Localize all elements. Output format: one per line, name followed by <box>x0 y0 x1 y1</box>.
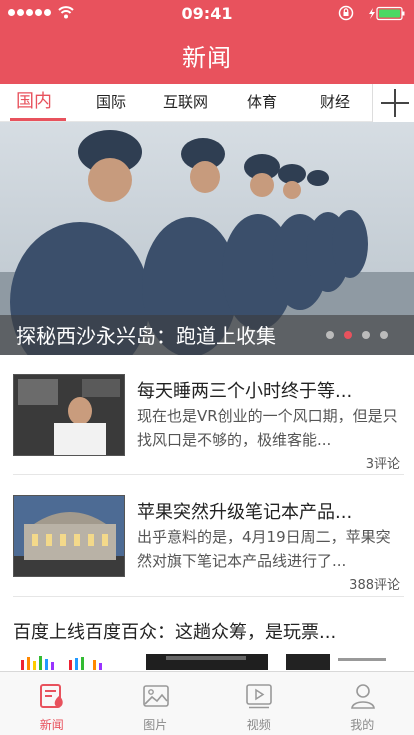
tabbar-label: 视频 <box>246 718 271 732</box>
tab-finance[interactable]: 财经 <box>320 84 350 122</box>
news-thumbnail <box>13 495 125 577</box>
page-dot-active <box>344 331 352 339</box>
divider <box>13 596 404 597</box>
page-title: 新闻 <box>182 44 232 72</box>
page-dot <box>326 331 334 339</box>
add-tab-button[interactable] <box>372 84 414 122</box>
tabbar-video[interactable]: 视频 <box>207 672 311 735</box>
news-summary: 现在也是VR创业的一个风口期，但是只找风口是不够的，极维客能... <box>137 407 398 449</box>
tabbar-profile[interactable]: 我的 <box>311 672 414 735</box>
video-icon <box>246 684 272 709</box>
picture-icon <box>142 685 169 707</box>
tab-sports[interactable]: 体育 <box>247 84 277 122</box>
battery-icon <box>369 6 405 21</box>
banner-title: 探秘西沙永兴岛：跑道上收集 <box>16 324 276 348</box>
tabbar-label: 图片 <box>143 718 168 732</box>
news-item[interactable]: 苹果突然升级笔记本产品... 出乎意料的是，4月19日周二，苹果突然对旗下笔记本… <box>0 475 414 597</box>
news-item[interactable]: 每天睡两三个小时终于等... 现在也是VR创业的一个风口期，但是只找风口是不够的… <box>0 355 414 475</box>
headline-banner[interactable]: 探秘西沙永兴岛：跑道上收集 <box>0 122 414 355</box>
category-tabs: 国内 国际 互联网 体育 财经 <box>0 84 414 122</box>
tabbar-pictures[interactable]: 图片 <box>104 672 208 735</box>
news-icon <box>40 684 63 708</box>
bottom-tab-bar: 新闻 图片 视频 我的 <box>0 671 414 735</box>
comment-count: 388评论 <box>349 578 400 593</box>
comment-count: 3评论 <box>365 457 400 472</box>
tab-domestic[interactable]: 国内 <box>16 84 52 122</box>
gallery-thumbnail <box>146 654 268 670</box>
gallery-thumbnail <box>13 654 125 670</box>
orientation-lock-icon <box>338 5 354 21</box>
tabbar-label: 新闻 <box>39 718 64 732</box>
news-thumbnail <box>13 374 125 456</box>
banner-caption-bar: 探秘西沙永兴岛：跑道上收集 <box>0 315 414 355</box>
news-title: 每天睡两三个小时终于等... <box>137 381 353 402</box>
page-dot <box>380 331 388 339</box>
tabbar-label: 我的 <box>350 718 375 732</box>
news-title: 苹果突然升级笔记本产品... <box>137 502 353 523</box>
page-dot <box>362 331 370 339</box>
tabbar-news[interactable]: 新闻 <box>0 672 104 735</box>
news-summary: 出乎意料的是，4月19日周二，苹果突然对旗下笔记本产品线进行了... <box>137 528 391 570</box>
tab-internet[interactable]: 互联网 <box>163 84 208 122</box>
status-bar: 09:41 <box>0 0 414 26</box>
news-title[interactable]: 百度上线百度百众：这趟众筹，是玩票... <box>13 618 403 644</box>
banner-page-indicator <box>326 331 388 339</box>
top-bar: 09:41 新闻 <box>0 0 414 84</box>
tab-international[interactable]: 国际 <box>96 84 126 122</box>
gallery-thumbnail <box>286 654 402 670</box>
profile-icon <box>350 684 375 709</box>
plus-icon <box>381 89 409 117</box>
active-tab-indicator <box>10 118 66 121</box>
